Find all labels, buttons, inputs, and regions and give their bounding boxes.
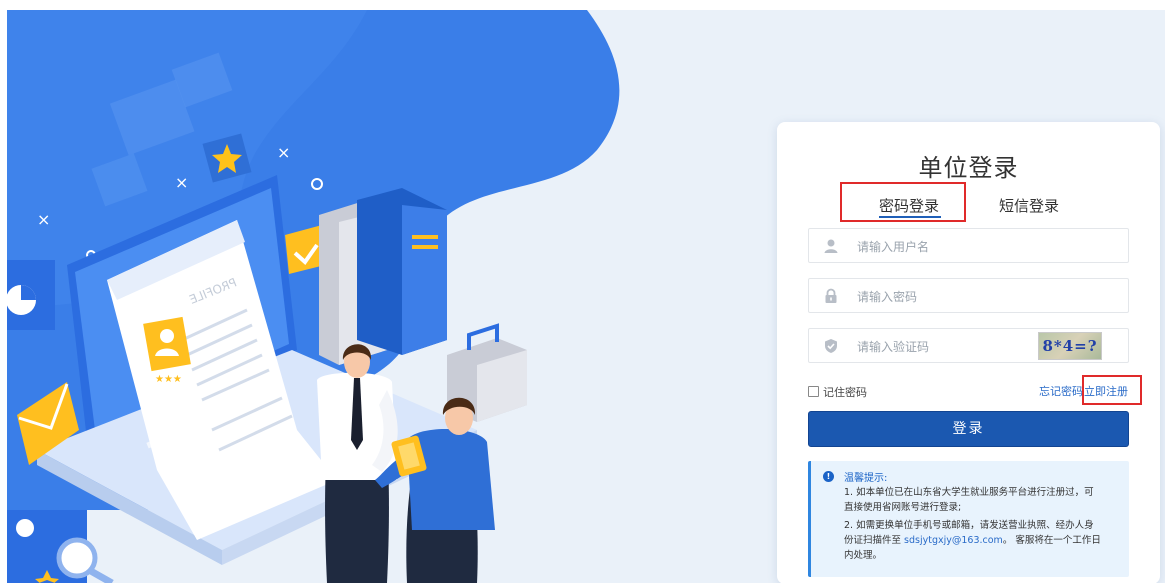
- notice-line: 份证扫描件至 sdsjytgxjy@163.com。 客服将在一个工作日: [844, 534, 1101, 548]
- pie-chart-icon: [7, 260, 55, 330]
- login-button[interactable]: 登录: [808, 411, 1129, 447]
- svg-text:×: ×: [37, 210, 50, 229]
- books-icon: [319, 188, 447, 365]
- search-icon: [7, 510, 114, 583]
- captcha-image[interactable]: 8*4=?: [1038, 332, 1102, 360]
- password-input[interactable]: [855, 285, 1059, 309]
- notice-box: ! 温馨提示: 1. 如本单位已在山东省大学生就业服务平台进行注册过，可 直接使…: [808, 461, 1129, 577]
- username-input[interactable]: [855, 235, 1059, 259]
- notice-text: 。 客服将在一个工作日: [1002, 535, 1101, 546]
- man-left-figure: [317, 344, 398, 583]
- lock-icon: [825, 288, 837, 303]
- highlight-box-password-tab: [840, 182, 966, 222]
- svg-text:×: ×: [277, 143, 290, 162]
- password-field: [808, 278, 1129, 313]
- highlight-box-register: [1082, 375, 1142, 405]
- username-field: [808, 228, 1129, 263]
- notice-text: 份证扫描件至: [844, 535, 905, 546]
- tab-sms-login[interactable]: 短信登录: [999, 195, 1059, 216]
- notice-line: 1. 如本单位已在山东省大学生就业服务平台进行注册过，可: [844, 487, 1094, 498]
- support-email-link[interactable]: sdsjytgxjy@163.com: [904, 535, 1003, 546]
- checkbox-icon[interactable]: [808, 386, 819, 397]
- notice-line: 2. 如需更换单位手机号或邮箱，请发送营业执照、经办人身: [844, 520, 1094, 531]
- user-icon: [824, 239, 838, 253]
- forgot-password-link[interactable]: 忘记密码: [1039, 383, 1083, 399]
- remember-password-label: 记住密码: [823, 386, 867, 399]
- page-title: 单位登录: [918, 154, 1019, 182]
- captcha-input[interactable]: [855, 335, 1059, 359]
- shield-icon: [825, 339, 837, 353]
- svg-text:★★★: ★★★: [155, 374, 182, 385]
- remember-password-checkbox[interactable]: 记住密码: [808, 384, 867, 400]
- info-icon: !: [823, 471, 834, 482]
- notice-line: 直接使用省网账号进行登录;: [844, 502, 962, 513]
- notice-line: 内处理。: [844, 550, 883, 561]
- hero-illustration: × × × PROFILE ★★★: [7, 10, 620, 583]
- login-page: × × × PROFILE ★★★ 单位登录 密码登录 短信登录 请输入用户名 …: [7, 10, 1165, 583]
- captcha-field: 8*4=?: [808, 328, 1129, 363]
- svg-text:×: ×: [175, 173, 188, 192]
- login-card: 单位登录 密码登录 短信登录 8*4=?: [777, 122, 1160, 583]
- notice-title: 温馨提示:: [844, 473, 888, 484]
